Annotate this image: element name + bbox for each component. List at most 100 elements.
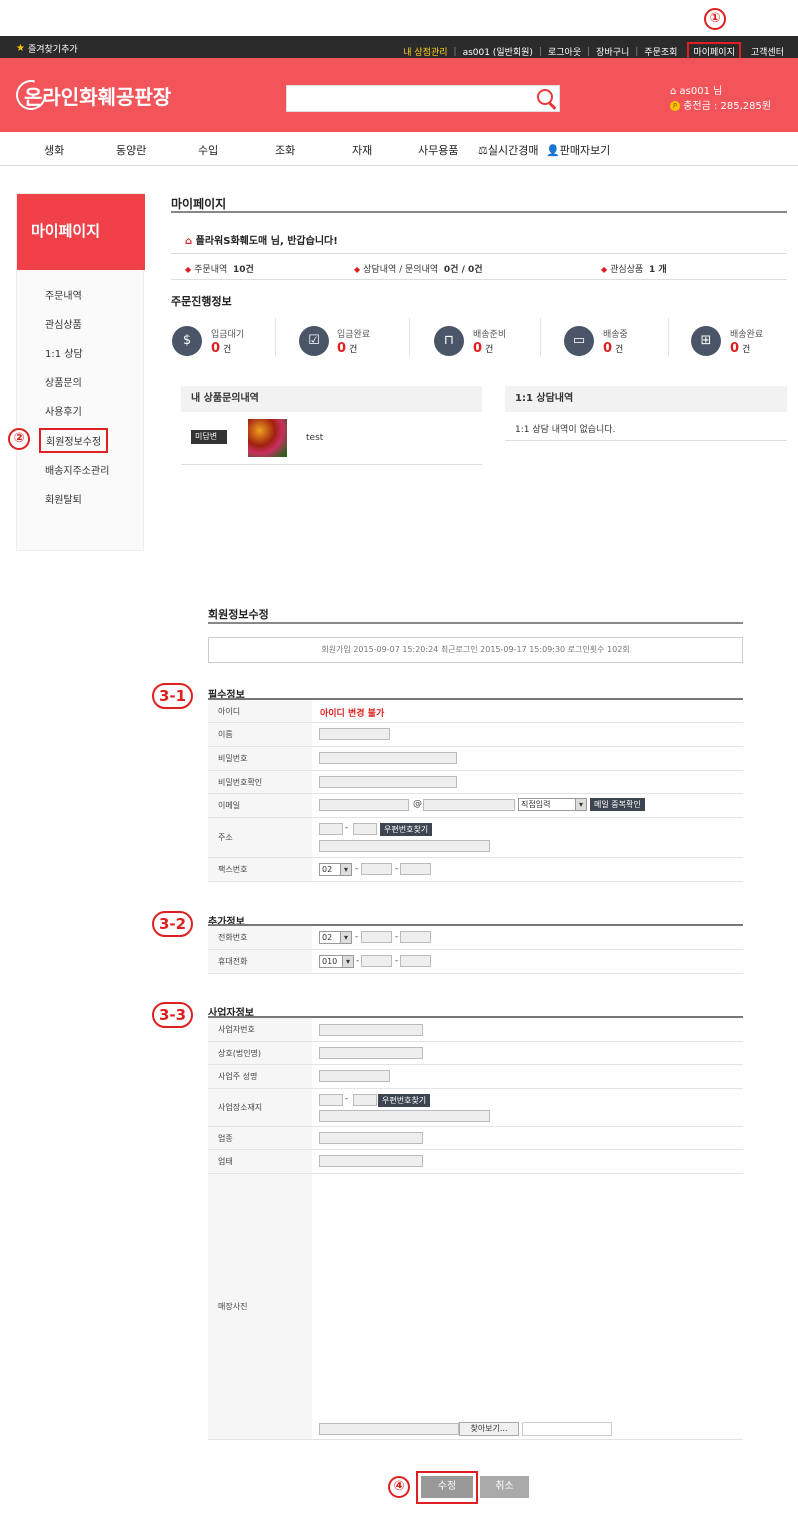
annotation-2: ② <box>8 428 30 450</box>
home-icon: ⌂ <box>185 236 193 247</box>
user-info: ⌂ as001 님 P 충전금 : 285,285원 <box>670 86 772 112</box>
fax-prefix-select[interactable]: 02 <box>319 863 352 876</box>
annotation-4: ④ <box>388 1476 410 1498</box>
shop-photo-path-input[interactable] <box>319 1423 459 1435</box>
qna-box-title: 내 상품문의내역 <box>181 386 482 412</box>
password-input[interactable] <box>319 752 457 764</box>
name-row: 이름 <box>208 723 743 747</box>
nav-live-auction[interactable]: ⚖실시간경매 <box>478 142 538 158</box>
nav-orchids[interactable]: 동양란 <box>116 142 146 158</box>
shop-photo-row: 매장사진 찾아보기... <box>208 1174 743 1440</box>
biz-name-input[interactable] <box>319 1047 423 1059</box>
nav-fresh-flowers[interactable]: 생화 <box>44 142 64 158</box>
nav-imports[interactable]: 수입 <box>198 142 218 158</box>
biz-category-input[interactable] <box>319 1155 423 1167</box>
nav-sellers[interactable]: 👤판매자보기 <box>546 142 610 158</box>
cancel-button[interactable]: 취소 <box>480 1476 529 1498</box>
status-count-paid[interactable]: 0건 <box>337 341 357 356</box>
fax-mid-input[interactable] <box>361 863 392 875</box>
logout-link[interactable]: 로그아웃 <box>542 45 587 58</box>
nav-artificial[interactable]: 조화 <box>275 142 295 158</box>
search-input[interactable] <box>286 85 560 112</box>
sidebar-item-withdraw[interactable]: 회원탈퇴 <box>45 491 82 506</box>
sidebar-item-reviews[interactable]: 사용후기 <box>45 403 82 418</box>
email-domain-input[interactable] <box>423 799 515 811</box>
biz-address-row: 사업장소재지 - 우편번호찾기 <box>208 1089 743 1127</box>
biz-number-input[interactable] <box>319 1024 423 1036</box>
qna-item-title[interactable]: test <box>306 433 323 443</box>
zip-search-button[interactable]: 우편번호찾기 <box>380 823 433 836</box>
biz-zip2-input[interactable] <box>353 1094 377 1106</box>
biz-zip-search-button[interactable]: 우편번호찾기 <box>378 1094 431 1107</box>
address-row: 주소 - 우편번호찾기 <box>208 818 743 858</box>
shop-photo-extra-input[interactable] <box>522 1422 612 1436</box>
truck-icon: ▭ <box>564 326 594 356</box>
member-link[interactable]: as001 (일반회원) <box>457 45 539 58</box>
phone-prefix-select[interactable]: 02 <box>319 931 352 944</box>
phone-last-input[interactable] <box>400 931 431 943</box>
annotation-3-1: 3-1 <box>152 683 194 709</box>
page-title: 마이페이지 <box>171 197 227 211</box>
sidebar-item-orders[interactable]: 주문내역 <box>45 287 82 302</box>
name-input[interactable] <box>319 728 390 740</box>
consult-box-title: 1:1 상담내역 <box>505 386 787 412</box>
header: 온라인화훼공판장 ⌂ as001 님 P 충전금 : 285,285원 <box>0 58 798 132</box>
biz-owner-input[interactable] <box>319 1070 390 1082</box>
fax-last-input[interactable] <box>400 863 431 875</box>
customer-center-link[interactable]: 고객센터 <box>745 45 790 58</box>
order-lookup-link[interactable]: 주문조회 <box>638 45 683 58</box>
gavel-icon: ⚖ <box>478 144 488 157</box>
biz-address-input[interactable] <box>319 1110 490 1122</box>
search-icon[interactable] <box>537 89 553 105</box>
sidebar-item-inquiry[interactable]: 상품문의 <box>45 374 82 389</box>
money-bag-icon: $ <box>172 326 202 356</box>
password-confirm-input[interactable] <box>319 776 457 788</box>
biz-number-row: 사업자번호 <box>208 1018 743 1042</box>
biz-type-input[interactable] <box>319 1132 423 1144</box>
biz-zip1-input[interactable] <box>319 1094 343 1106</box>
consult-empty-message: 1:1 상담 내역이 없습니다. <box>515 425 616 435</box>
email-domain-select[interactable]: 직접입력 <box>518 798 587 811</box>
biz-category-row: 업태 <box>208 1150 743 1174</box>
annotation-3-3: 3-3 <box>152 1002 194 1028</box>
sidebar-item-edit-member[interactable]: 회원정보수정 <box>39 428 109 453</box>
main-nav: 생화 동양란 수입 조화 자재 사무용품 ⚖실시간경매 👤판매자보기 <box>0 132 798 166</box>
site-logo[interactable]: 온라인화훼공판장 <box>10 74 171 116</box>
zip2-input[interactable] <box>353 823 377 835</box>
biz-type-row: 업종 <box>208 1127 743 1150</box>
summary-orders[interactable]: ◆ 주문내역 10건 <box>185 262 254 275</box>
summary-inquiry[interactable]: ◆ 상담내역 / 문의내역 0건 / 0건 <box>354 262 483 275</box>
summary-wishlist[interactable]: ◆ 관심상품 1 개 <box>601 262 667 275</box>
mobile-mid-input[interactable] <box>361 955 392 967</box>
sidebar-item-addresses[interactable]: 배송지주소관리 <box>45 462 109 477</box>
mobile-last-input[interactable] <box>400 955 431 967</box>
shopping-bag-icon: ⊓ <box>434 326 464 356</box>
favorites-link[interactable]: ★ 즐겨찾기추가 <box>16 42 78 55</box>
sidebar-item-consult[interactable]: 1:1 상담 <box>45 345 83 360</box>
phone-mid-input[interactable] <box>361 931 392 943</box>
person-icon: 👤 <box>546 144 560 157</box>
status-count-delivered[interactable]: 0건 <box>730 341 750 356</box>
password-confirm-row: 비밀번호확인 <box>208 771 743 794</box>
status-count-preparing[interactable]: 0건 <box>473 341 493 356</box>
nav-office[interactable]: 사무용품 <box>418 142 458 158</box>
status-count-waiting[interactable]: 0건 <box>211 341 231 356</box>
annotation-1: ① <box>704 8 726 30</box>
zip1-input[interactable] <box>319 823 343 835</box>
browse-button[interactable]: 찾아보기... <box>459 1422 519 1436</box>
email-id-input[interactable] <box>319 799 409 811</box>
product-thumbnail[interactable] <box>248 419 287 457</box>
password-row: 비밀번호 <box>208 747 743 771</box>
nav-materials[interactable]: 자재 <box>352 142 372 158</box>
cart-link[interactable]: 장바구니 <box>590 45 635 58</box>
unanswered-badge: 미답변 <box>191 430 227 444</box>
address-input[interactable] <box>319 840 490 852</box>
submit-button[interactable]: 수정 <box>421 1476 473 1498</box>
progress-title: 주문진행정보 <box>171 295 232 308</box>
my-shop-link[interactable]: 내 상점관리 <box>397 45 453 58</box>
annotation-3-2: 3-2 <box>152 911 194 937</box>
sidebar-item-wishlist[interactable]: 관심상품 <box>45 316 82 331</box>
email-check-button[interactable]: 메일 중복확인 <box>590 798 645 811</box>
mobile-prefix-select[interactable]: 010 <box>319 955 354 968</box>
status-count-shipping[interactable]: 0건 <box>603 341 623 356</box>
